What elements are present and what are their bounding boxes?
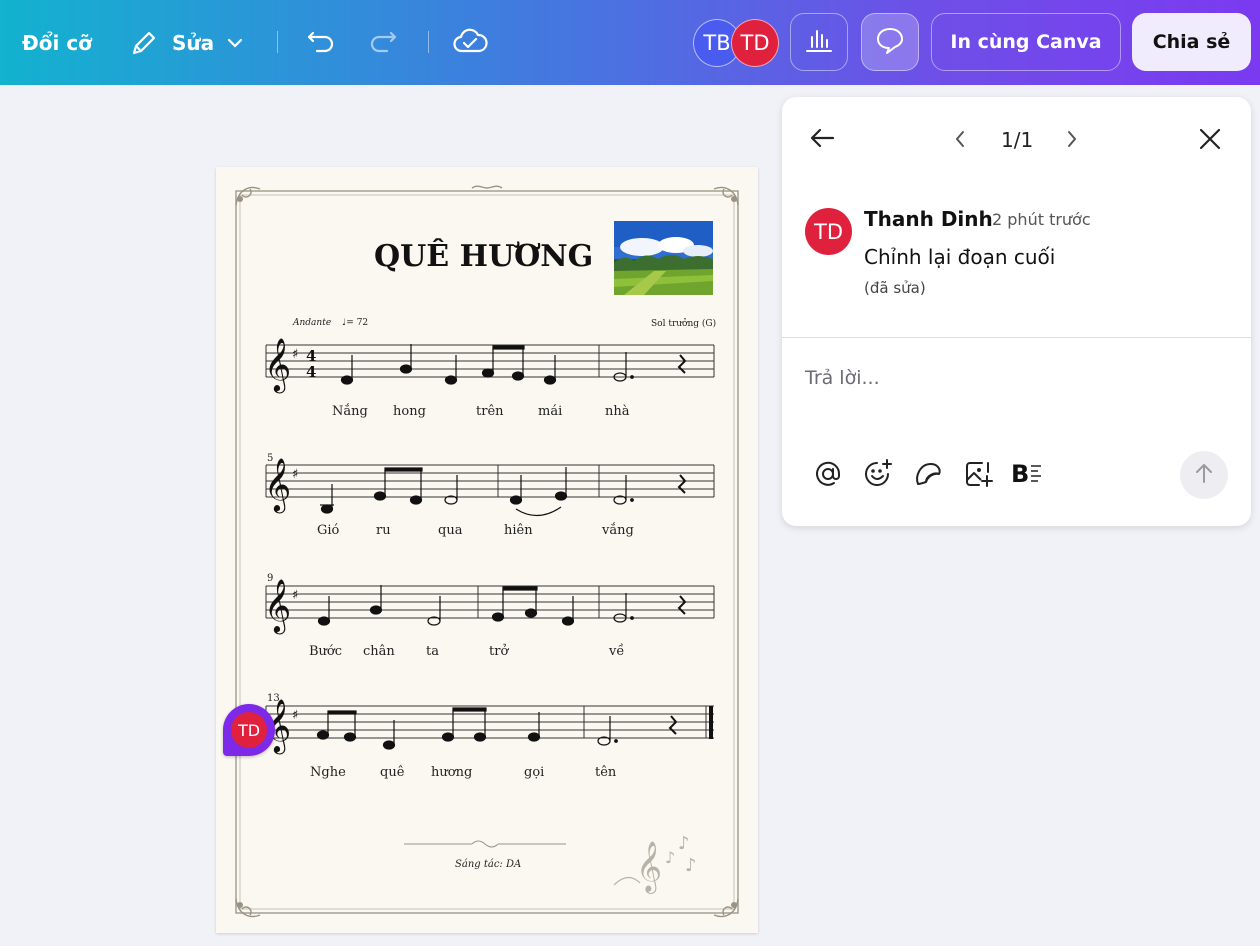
share-button[interactable]: Chia sẻ xyxy=(1132,13,1251,71)
lyric-word: hương xyxy=(431,765,473,780)
lyric-word: Gió xyxy=(317,523,340,538)
back-button[interactable] xyxy=(808,125,838,151)
cloud-check-icon xyxy=(452,26,488,60)
lyric-word: về xyxy=(609,644,625,659)
bar-chart-icon xyxy=(804,26,834,58)
emoji-add-icon xyxy=(862,459,894,493)
comment-marker-avatar: TD xyxy=(231,712,267,748)
comments-button[interactable] xyxy=(861,13,919,71)
lyric-word: qua xyxy=(438,523,463,538)
arrow-up-icon xyxy=(1192,461,1216,489)
prev-comment-button[interactable] xyxy=(950,127,970,151)
composer-credit: Sáng tác: DA xyxy=(455,859,522,870)
music-notes-ornament: 𝄞 ♪ ♪ ♪ xyxy=(613,833,697,894)
svg-text:♯: ♯ xyxy=(292,467,298,482)
comment-edited-label: (đã sửa) xyxy=(864,279,926,297)
redo-button[interactable] xyxy=(365,26,401,60)
comment-bubble-icon xyxy=(874,25,906,59)
panel-divider xyxy=(782,337,1251,338)
insights-button[interactable] xyxy=(790,13,848,71)
svg-text:𝄞: 𝄞 xyxy=(636,841,662,894)
list-lines-icon xyxy=(1030,462,1042,486)
lyric-word: tên xyxy=(595,765,617,780)
toolbar-divider xyxy=(428,31,429,53)
emoji-button[interactable] xyxy=(862,457,894,489)
svg-text:𝄞: 𝄞 xyxy=(264,457,291,513)
close-panel-button[interactable] xyxy=(1196,125,1224,153)
add-image-button[interactable] xyxy=(962,458,994,490)
redo-icon xyxy=(367,26,399,60)
next-comment-button[interactable] xyxy=(1062,127,1082,151)
chevron-left-icon xyxy=(950,131,970,155)
lyric-word: trở xyxy=(489,644,509,659)
print-with-canva-label: In cùng Canva xyxy=(950,31,1102,53)
lyric-word: mái xyxy=(538,404,563,419)
sticker-button[interactable] xyxy=(912,458,944,490)
svg-text:♪: ♪ xyxy=(678,833,690,854)
resize-button[interactable]: Đổi cỡ xyxy=(22,31,92,55)
sticker-icon xyxy=(912,463,944,494)
bold-list-label: B xyxy=(1011,460,1030,488)
edit-mode-label: Sửa xyxy=(172,31,215,55)
svg-text:𝄞: 𝄞 xyxy=(264,578,291,634)
design-page[interactable]: QUÊ HƯƠNG Andante ♩= 72 Sol trưởng (G) 𝄞… xyxy=(216,167,758,933)
pencil-icon xyxy=(128,27,160,59)
undo-button[interactable] xyxy=(303,26,339,60)
comment-panel: 1/1 TD Thanh Dinh 2 phút trước Chỉnh lại… xyxy=(782,97,1251,526)
svg-text:♪: ♪ xyxy=(685,855,697,876)
svg-text:♯: ♯ xyxy=(292,347,298,362)
svg-text:𝄞: 𝄞 xyxy=(264,337,291,393)
share-label: Chia sẻ xyxy=(1152,31,1231,53)
svg-text:♪: ♪ xyxy=(665,848,675,867)
lyric-word: Nghe xyxy=(310,765,346,780)
print-with-canva-button[interactable]: In cùng Canva xyxy=(931,13,1121,71)
image-add-icon xyxy=(962,462,994,494)
music-staves: 𝄞 𝄞 𝄞 𝄞 ♯ ♯ ♯ ♯ 4 4 xyxy=(264,337,715,848)
lyric-word: vắng xyxy=(602,523,634,538)
reply-input[interactable]: Trả lời... xyxy=(805,367,1225,389)
chevron-right-icon xyxy=(1062,131,1082,155)
comment-pager: 1/1 xyxy=(1001,128,1034,152)
lyric-word: chân xyxy=(363,644,395,659)
close-icon xyxy=(1196,128,1224,157)
top-toolbar: Đổi cỡ Sửa TB TD In cùng Canva Chia sẻ xyxy=(0,0,1260,85)
lyric-word: Bước xyxy=(309,644,343,659)
toolbar-divider xyxy=(277,31,278,53)
collaborator-avatar-td[interactable]: TD xyxy=(731,19,779,67)
lyric-word: hiên xyxy=(504,523,533,538)
at-sign-icon xyxy=(812,461,844,494)
save-status-button[interactable] xyxy=(451,25,489,61)
comment-text: Chỉnh lại đoạn cuối xyxy=(864,245,1056,269)
lyric-word: Nắng xyxy=(332,404,368,419)
lyric-word: trên xyxy=(476,404,504,419)
lyric-word: quê xyxy=(380,765,405,780)
edit-mode-button[interactable]: Sửa xyxy=(128,26,250,60)
lyric-word: ta xyxy=(426,644,439,659)
comment-time: 2 phút trước xyxy=(992,210,1091,229)
svg-text:♯: ♯ xyxy=(292,708,298,723)
undo-icon xyxy=(305,26,337,60)
svg-text:♯: ♯ xyxy=(292,588,298,603)
chevron-down-icon xyxy=(226,34,244,52)
comment-author: Thanh Dinh xyxy=(864,207,993,231)
comment-author-avatar: TD xyxy=(805,208,852,255)
svg-text:4: 4 xyxy=(306,363,316,381)
lyric-word: nhà xyxy=(605,404,630,419)
send-reply-button[interactable] xyxy=(1180,451,1228,499)
arrow-left-icon xyxy=(808,128,836,155)
measure-number: 5 xyxy=(267,453,274,464)
comment-marker[interactable]: TD xyxy=(223,704,275,756)
measure-number: 9 xyxy=(267,573,274,584)
lyric-word: gọi xyxy=(524,765,545,780)
lyric-word: hong xyxy=(393,404,426,419)
mention-button[interactable] xyxy=(812,458,844,490)
bold-list-button[interactable]: B xyxy=(1011,458,1049,490)
measure-number: 13 xyxy=(267,693,280,704)
lyric-word: ru xyxy=(376,523,391,538)
